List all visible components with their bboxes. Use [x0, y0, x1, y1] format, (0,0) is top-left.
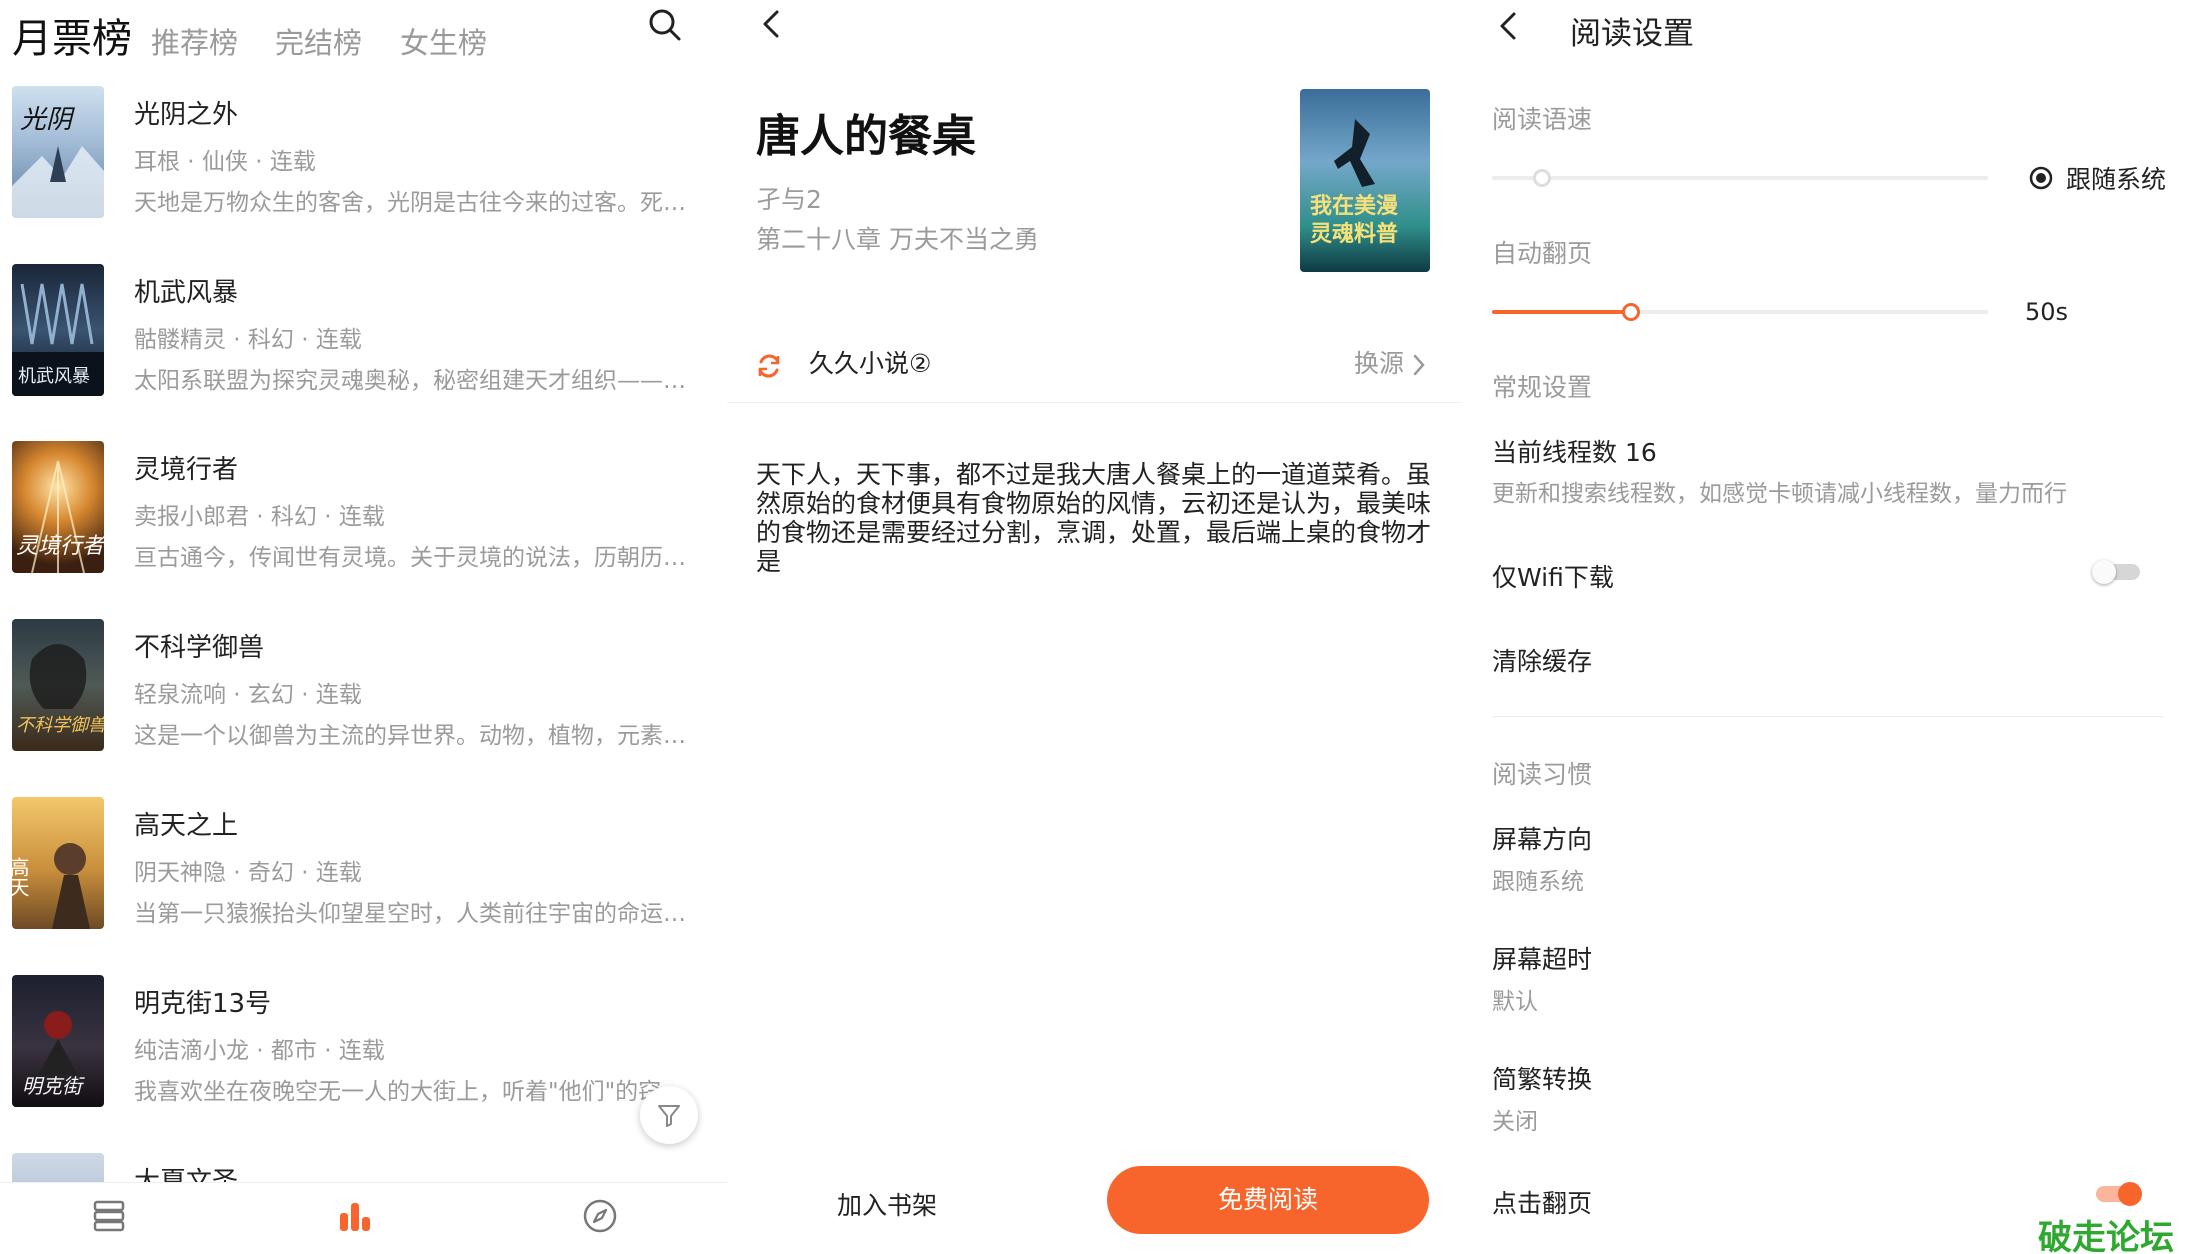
tab-monthly-votes[interactable]: 月票榜: [12, 6, 132, 64]
tap-page-turn-title: 点击翻页: [1492, 1189, 1593, 1218]
list-item[interactable]: 光阴 光阴之外 耳根 · 仙侠 · 连载 天地是万物众生的客舍，光阴是古往今来的…: [0, 86, 727, 264]
screen-timeout-value: 默认: [1492, 989, 1538, 1015]
book-cover: 明克街: [12, 975, 104, 1107]
tab-completed[interactable]: 完结榜: [275, 20, 362, 62]
tab-recommended[interactable]: 推荐榜: [151, 20, 238, 62]
speech-rate-label: 阅读语速: [1492, 105, 1593, 134]
svg-text:灵境行者: 灵境行者: [16, 534, 104, 559]
book-cover: 高天: [12, 797, 104, 929]
book-cover: 光阴: [12, 86, 104, 218]
wifi-only-toggle[interactable]: [2092, 560, 2142, 584]
book-desc: 当第一只猿猴抬头仰望星空时，人类前往宇宙的命运就...: [134, 901, 694, 927]
svg-text:机武风暴: 机武风暴: [18, 366, 90, 387]
refresh-source-icon: [758, 354, 780, 378]
thread-count-desc: 更新和搜索线程数，如感觉卡顿请减小线程数，量力而行: [1492, 481, 2067, 507]
back-arrow-icon[interactable]: [757, 6, 787, 42]
wifi-only-title: 仅Wifi下载: [1492, 563, 1614, 592]
book-cover: [12, 1153, 104, 1182]
reading-habits-label: 阅读习惯: [1492, 760, 1593, 789]
auto-page-value: 50s: [2025, 298, 2069, 326]
convert-chinese-value: 关闭: [1492, 1109, 1538, 1135]
slider-thumb[interactable]: [1532, 169, 1551, 187]
list-item[interactable]: 灵境行者 灵境行者 卖报小郎君 · 科幻 · 连载 亘古通今，传闻世有灵境。关于…: [0, 441, 727, 619]
list-item[interactable]: 不科学御兽 不科学御兽 轻泉流响 · 玄幻 · 连载 这是一个以御兽为主流的异世…: [0, 619, 727, 797]
list-item[interactable]: 大夏文圣: [0, 1153, 727, 1182]
filter-button[interactable]: [640, 1086, 698, 1144]
radio-selected-icon[interactable]: [2028, 165, 2054, 191]
latest-chapter: 第二十八章 万夫不当之勇: [756, 225, 1039, 254]
book-desc: 天地是万物众生的客舍，光阴是古往今来的过客。死生...: [134, 190, 694, 216]
book-title: 高天之上: [134, 811, 239, 841]
book-title: 明克街13号: [134, 989, 272, 1019]
slider-thumb[interactable]: [1621, 303, 1640, 321]
add-to-shelf-button[interactable]: 加入书架: [837, 1186, 937, 1222]
book-title: 不科学御兽: [134, 633, 265, 663]
ranking-screen: 月票榜 推荐榜 完结榜 女生榜 光阴 光阴之外 耳根 · 仙侠 · 连载 天地是…: [0, 0, 727, 1254]
cover-art-text: 我在美漫: [1310, 193, 1398, 219]
list-item[interactable]: 高天 高天之上 阴天神隐 · 奇幻 · 连载 当第一只猿猴抬头仰望星空时，人类前…: [0, 797, 727, 975]
book-title: 光阴之外: [134, 100, 239, 130]
filter-icon: [658, 1105, 680, 1127]
screen-orientation-title[interactable]: 屏幕方向: [1492, 820, 1592, 856]
book-desc: 我喜欢坐在夜晚空无一人的大街上，听着"他们"的窃窃...: [134, 1079, 694, 1105]
screen-orientation-value: 跟随系统: [1492, 869, 1584, 895]
thread-count-title[interactable]: 当前线程数 16: [1492, 433, 1657, 469]
search-icon[interactable]: [648, 8, 682, 42]
tab-female[interactable]: 女生榜: [400, 20, 487, 62]
svg-text:高天: 高天: [12, 857, 30, 897]
book-meta: 卖报小郎君 · 科幻 · 连载: [134, 504, 385, 530]
book-cover: 我在美漫 灵魂料普: [1300, 89, 1430, 272]
page-title: 阅读设置: [1570, 16, 1694, 52]
book-desc: 亘古通今，传闻世有灵境。关于灵境的说法，历朝历代...: [134, 545, 694, 571]
book-desc: 太阳系联盟为探究灵魂奥秘，秘密组建天才组织——天...: [134, 368, 694, 394]
reading-settings-screen: 阅读设置 阅读语速 跟随系统 自动翻页 50s 常规设置 当前线程数 16 更新…: [1462, 0, 2186, 1254]
svg-text:光阴: 光阴: [20, 105, 75, 135]
screen-timeout-title[interactable]: 屏幕超时: [1492, 940, 1592, 976]
bottom-nav: [0, 1182, 727, 1254]
tap-page-turn-toggle[interactable]: [2092, 1182, 2142, 1206]
bookshelf-icon[interactable]: [88, 1195, 130, 1237]
book-meta: 纯洁滴小龙 · 都市 · 连载: [134, 1038, 385, 1064]
book-author[interactable]: 孑与2: [756, 180, 822, 216]
book-meta: 阴天神隐 · 奇幻 · 连载: [134, 860, 362, 886]
book-meta: 耳根 · 仙侠 · 连载: [134, 149, 316, 175]
divider: [1492, 716, 2164, 717]
book-desc: 这是一个以御兽为主流的异世界。动物，植物，元素，...: [134, 723, 694, 749]
book-title: 灵境行者: [134, 455, 239, 485]
book-cover: 不科学御兽: [12, 619, 104, 751]
book-detail-screen: 唐人的餐桌 孑与2 第二十八章 万夫不当之勇 我在美漫 灵魂料普 久久小说② 换…: [727, 0, 1462, 1254]
clear-cache-button[interactable]: 清除缓存: [1492, 642, 1592, 678]
svg-text:明克街: 明克街: [22, 1074, 85, 1098]
book-cover: 机武风暴: [12, 264, 104, 396]
general-settings-label: 常规设置: [1492, 373, 1593, 402]
book-title: 唐人的餐桌: [756, 111, 976, 162]
book-meta: 骷髅精灵 · 科幻 · 连载: [134, 327, 362, 353]
back-arrow-icon[interactable]: [1494, 8, 1524, 44]
follow-system-label[interactable]: 跟随系统: [2066, 160, 2166, 196]
book-title: 机武风暴: [134, 278, 239, 308]
book-synopsis: 天下人，天下事，都不过是我大唐人餐桌上的一道道菜肴。虽然原始的食材便具有食物原始…: [756, 460, 1432, 576]
book-title: 大夏文圣: [134, 1167, 239, 1182]
watermark: 破走论坛: [2038, 1218, 2174, 1254]
svg-text:不科学御兽: 不科学御兽: [16, 715, 104, 736]
auto-page-label: 自动翻页: [1492, 239, 1593, 268]
book-meta: 轻泉流响 · 玄幻 · 连载: [134, 682, 362, 708]
change-source-button[interactable]: 换源: [1354, 344, 1404, 380]
discover-compass-icon[interactable]: [579, 1195, 621, 1237]
ranking-icon[interactable]: [334, 1195, 376, 1237]
chevron-right-icon: [1413, 354, 1425, 376]
list-item[interactable]: 机武风暴 机武风暴 骷髅精灵 · 科幻 · 连载 太阳系联盟为探究灵魂奥秘，秘密…: [0, 264, 727, 442]
list-item[interactable]: 明克街 明克街13号 纯洁滴小龙 · 都市 · 连载 我喜欢坐在夜晚空无一人的大…: [0, 975, 727, 1153]
free-read-button[interactable]: 免费阅读: [1107, 1166, 1429, 1234]
source-row[interactable]: 久久小说② 换源: [727, 336, 1462, 403]
convert-chinese-title[interactable]: 简繁转换: [1492, 1060, 1592, 1096]
book-cover: 灵境行者: [12, 441, 104, 573]
svg-text:灵魂料普: 灵魂料普: [1310, 221, 1398, 247]
source-name: 久久小说②: [809, 349, 932, 378]
speech-rate-slider[interactable]: [1492, 168, 1988, 188]
auto-page-slider[interactable]: [1492, 302, 1988, 322]
